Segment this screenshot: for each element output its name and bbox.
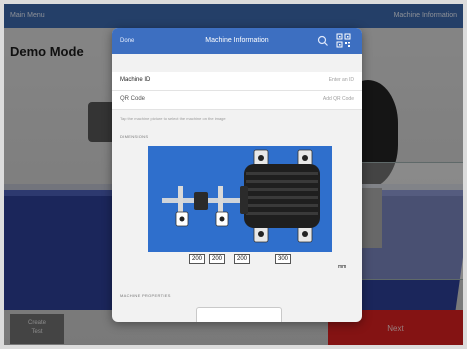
qr-code-icon[interactable]: [336, 33, 351, 48]
dimension-4[interactable]: 300: [275, 254, 292, 264]
machine-select-hint: Tap the machine picture to select the ma…: [120, 116, 226, 121]
qr-code-row[interactable]: QR Code Add QR Code: [112, 91, 362, 110]
machine-properties-header: MACHINE PROPERTIES: [120, 293, 171, 298]
motor-bracket-top-left: [253, 149, 269, 167]
properties-selector[interactable]: [196, 307, 282, 322]
dimension-1[interactable]: 200: [189, 254, 206, 264]
add-qr-code-button[interactable]: Add QR Code: [323, 96, 354, 102]
modal-header: Done Machine Information: [112, 28, 362, 54]
motor-bracket-bottom-right: [297, 225, 313, 243]
qr-code-label: QR Code: [120, 96, 146, 102]
search-icon[interactable]: [316, 34, 330, 48]
machine-information-modal: Done Machine Information Machine ID Ente…: [112, 28, 362, 322]
dimension-unit[interactable]: mm: [338, 264, 346, 270]
machine-id-row[interactable]: Machine ID Enter an ID: [112, 72, 362, 91]
dimension-3[interactable]: 200: [234, 254, 251, 264]
coupling: [194, 192, 208, 210]
motor-bracket-bottom-left: [253, 225, 269, 243]
motor-bracket-top-right: [297, 149, 313, 167]
machine-id-label: Machine ID: [120, 77, 151, 83]
machine-diagram[interactable]: [148, 146, 332, 252]
dimensions-header: DIMENSIONS: [120, 134, 149, 139]
machine-id-input[interactable]: Enter an ID: [329, 77, 354, 83]
motor-body: [240, 164, 320, 228]
app-frame: Main Menu Machine Information Demo Mode …: [4, 4, 463, 345]
dimension-2[interactable]: 200: [209, 254, 226, 264]
